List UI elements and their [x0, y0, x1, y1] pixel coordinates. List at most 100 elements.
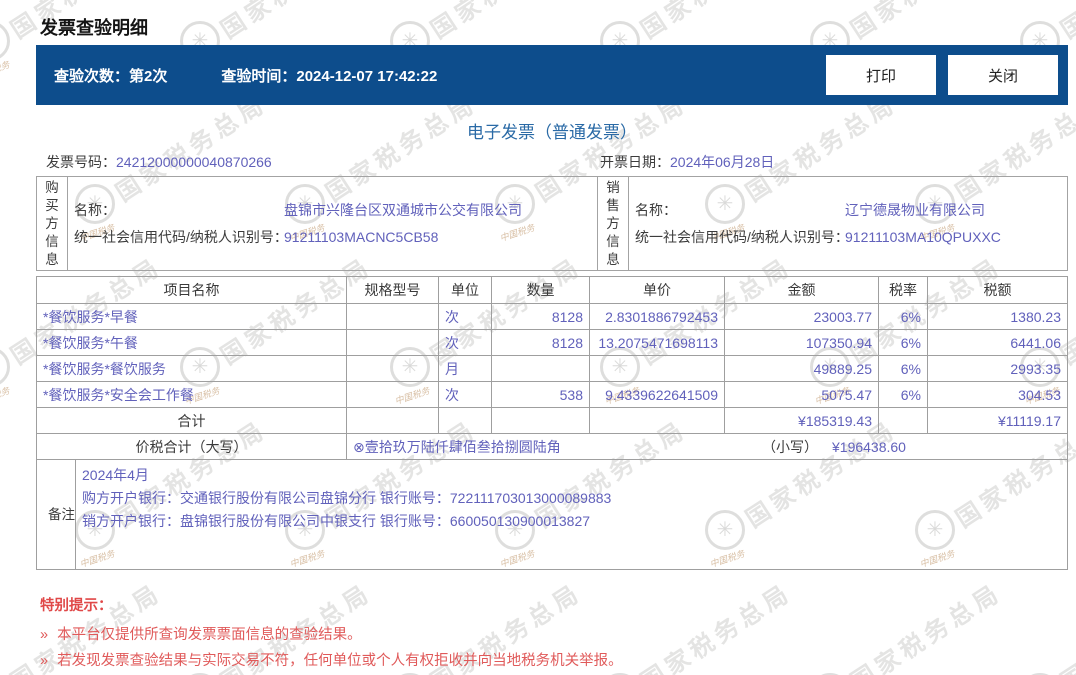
special-notice: 特别提示： » 本平台仅提供所查询发票票面信息的查验结果。 » 若发现发票查验结果与实… [36, 594, 1068, 670]
seller-section: 销售方信息 名称： 辽宁德晟物业有限公司 统一社会信用代码/纳税人识别号： 9121… [597, 176, 1068, 271]
buyer-name-label: 名称： [74, 201, 116, 218]
empty-cell [346, 408, 438, 433]
item-name: *餐饮服务*早餐 [43, 308, 138, 325]
remark-line-2: 购方开户银行：交通银行股份有限公司盘锦分行 银行账号：7221117030130… [82, 490, 612, 506]
invoice-number: 发票号码：24212000000040870266 [46, 150, 272, 174]
total-tax: ¥11119.17 [927, 408, 1067, 433]
party-box: 购买方信息 名称： 盘锦市兴隆台区双通城市公交有限公司 统一社会信用代码/纳税人识… [36, 176, 1068, 271]
item-tax: 6441.06 [927, 330, 1067, 355]
column-header-7: 税率 [878, 277, 927, 303]
remarks-content: 2024年4月 购方开户银行：交通银行股份有限公司盘锦分行 银行账号：722111… [75, 460, 1067, 569]
column-header-3: 单位 [438, 277, 491, 303]
item-qty [491, 356, 589, 381]
seller-content: 名称： 辽宁德晟物业有限公司 统一社会信用代码/纳税人识别号： 91211103MA… [629, 177, 1067, 270]
sum-label: 价税合计（大写） [135, 438, 248, 455]
item-qty: 8128 [491, 330, 589, 355]
notice-bullet-icon: » [40, 653, 49, 669]
buyer-name-value: 盘锦市兴隆台区双通城市公交有限公司 [284, 201, 522, 218]
check-count: 查验次数：第2次 [54, 65, 167, 86]
notice-item-text: 若发现发票查验结果与实际交易不符，任何单位或个人有权拒收并向当地税务机关举报。 [57, 653, 623, 669]
print-button[interactable]: 打印 [826, 55, 936, 95]
seller-taxid-value: 91211103MA10QPUXXC [845, 228, 1001, 245]
item-row-3: *餐饮服务*餐饮服务 月 49889.25 6% 2993.35 [37, 355, 1067, 381]
total-amount: ¥185319.43 [724, 408, 878, 433]
item-amount: 49889.25 [724, 356, 878, 381]
item-qty: 538 [491, 382, 589, 407]
seller-name-label: 名称： [635, 201, 677, 218]
check-time-label: 查验时间： [221, 67, 297, 85]
item-amount: 23003.77 [724, 304, 878, 329]
seller-name-row: 名称： 辽宁德晟物业有限公司 [635, 197, 1067, 224]
table-total-row: 合计 ¥185319.43 ¥11119.17 [37, 407, 1067, 433]
column-header-2: 规格型号 [346, 277, 438, 303]
invoice-date-value: 2024年06月28日 [670, 154, 775, 170]
buyer-side-label-cell: 购买方信息 [37, 177, 68, 270]
item-spec [346, 330, 438, 355]
item-tax_rate: 6% [878, 382, 927, 407]
watermark-script-text: 中国税务 [0, 385, 11, 407]
sum-amounts-cell: ⊗壹拾玖万陆仟肆佰叁拾捌圆陆角 （小写） ¥196438.60 [346, 434, 1067, 459]
item-unit: 次 [438, 330, 491, 355]
item-spec [346, 382, 438, 407]
items-table: 项目名称 规格型号 单位 数量 单价 金额 税率 税额 *餐饮服务*早餐次 8128 2.8301… [36, 276, 1068, 570]
item-tax: 1380.23 [927, 304, 1067, 329]
invoice-date: 开票日期：2024年06月28日 [600, 150, 774, 174]
item-tax_rate: 6% [878, 356, 927, 381]
item-price [589, 356, 724, 381]
item-tax_rate: 6% [878, 330, 927, 355]
sum-small-group: （小写） ¥196438.60 [762, 434, 906, 459]
item-tax: 304.53 [927, 382, 1067, 407]
item-name: *餐饮服务*午餐 [43, 334, 138, 351]
verification-topbar: 查验次数：第2次 查验时间：2024-12-07 17:42:22 打印 关闭 [36, 45, 1068, 105]
item-tax: 2993.35 [927, 356, 1067, 381]
item-spec [346, 356, 438, 381]
sum-uppercase-amount: ⊗壹拾玖万陆仟肆佰叁拾捌圆陆角 [353, 438, 561, 455]
buyer-taxid-label: 统一社会信用代码/纳税人识别号： [74, 228, 288, 245]
seller-side-label: 销售方信息 [606, 179, 620, 267]
buyer-side-label: 购买方信息 [45, 179, 59, 267]
column-header-8: 税额 [927, 277, 1067, 303]
check-count-value: 第2次 [129, 67, 168, 85]
item-price: 2.8301886792453 [589, 304, 724, 329]
close-button[interactable]: 关闭 [948, 55, 1058, 95]
invoice-date-label: 开票日期： [600, 154, 670, 170]
empty-cell [438, 408, 491, 433]
item-row-2: *餐饮服务*午餐 次 8128 13.2075471698113 107350.94 6%… [37, 329, 1067, 355]
seller-taxid-row: 统一社会信用代码/纳税人识别号： 91211103MA10QPUXXC [635, 224, 1067, 251]
column-header-6: 金额 [724, 277, 878, 303]
notice-bullet-icon: » [40, 627, 49, 643]
tax-emblem-icon: ✳ [0, 347, 10, 387]
buyer-taxid-row: 统一社会信用代码/纳税人识别号： 91211103MACNC5CB58 [74, 224, 597, 251]
item-unit: 次 [438, 382, 491, 407]
seller-taxid-label: 统一社会信用代码/纳税人识别号： [635, 228, 849, 245]
item-price: 9.4339622641509 [589, 382, 724, 407]
buyer-taxid-value: 91211103MACNC5CB58 [284, 228, 439, 245]
invoice-verification-page: 发票查验明细 查验次数：第2次 查验时间：2024-12-07 17:42:22… [36, 0, 1068, 670]
remarks-side-label: 备注 [48, 506, 75, 522]
check-time-value: 2024-12-07 17:42:22 [296, 67, 438, 85]
sum-row: 价税合计（大写） ⊗壹拾玖万陆仟肆佰叁拾捌圆陆角 （小写） ¥196438.60 [37, 433, 1067, 459]
notice-item-2: » 若发现发票查验结果与实际交易不符，任何单位或个人有权拒收并向当地税务机关举报。 [40, 652, 1068, 670]
remark-line-3: 销方开户银行：盘锦银行股份有限公司中银支行 银行账号：6600501309000… [82, 513, 591, 529]
column-header-4: 数量 [491, 277, 589, 303]
remarks-row: 备注 2024年4月 购方开户银行：交通银行股份有限公司盘锦分行 银行账号：722… [37, 459, 1067, 569]
buyer-content: 名称： 盘锦市兴隆台区双通城市公交有限公司 统一社会信用代码/纳税人识别号： 912… [68, 177, 597, 270]
total-label: 合计 [177, 412, 206, 429]
invoice-type-title: 电子发票（普通发票） [467, 123, 637, 142]
special-notice-title: 特别提示： [40, 598, 113, 614]
buyer-section: 购买方信息 名称： 盘锦市兴隆台区双通城市公交有限公司 统一社会信用代码/纳税人识… [36, 176, 598, 271]
empty-cell [491, 408, 589, 433]
invoice-meta-row: 发票号码：24212000000040870266 开票日期：2024年06月2… [36, 150, 1068, 174]
item-price: 13.2075471698113 [589, 330, 724, 355]
item-amount: 5075.47 [724, 382, 878, 407]
sum-small-value: ¥196438.60 [832, 438, 906, 455]
buyer-name-row: 名称： 盘锦市兴隆台区双通城市公交有限公司 [74, 197, 597, 224]
remarks-side-label-cell: 备注 [37, 460, 75, 569]
seller-side-label-cell: 销售方信息 [598, 177, 629, 270]
page-title: 发票查验明细 [40, 18, 148, 38]
item-unit: 月 [438, 356, 491, 381]
item-unit: 次 [438, 304, 491, 329]
item-qty: 8128 [491, 304, 589, 329]
item-row-1: *餐饮服务*早餐 次 8128 2.8301886792453 23003.77 6% 13… [37, 303, 1067, 329]
seller-name-value: 辽宁德晟物业有限公司 [845, 201, 985, 218]
